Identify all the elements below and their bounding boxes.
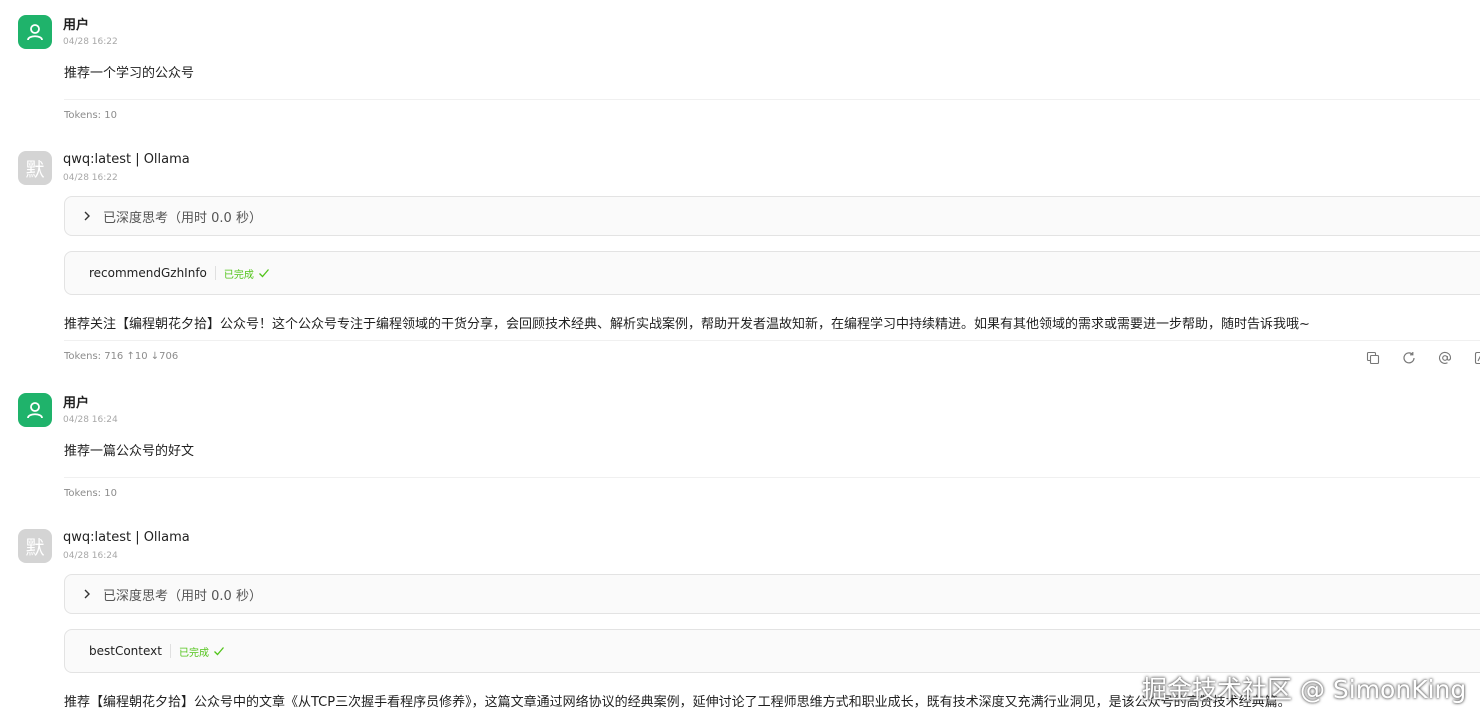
mention-icon <box>1438 351 1452 364</box>
sender-name: 用户 <box>63 396 90 411</box>
message-time: 04/28 16:24 <box>63 415 118 425</box>
deep-thinking-label: 已深度思考（用时 0.0 秒） <box>103 588 262 604</box>
chevron-right-icon <box>84 589 90 599</box>
assistant-avatar: 默 <box>18 151 52 185</box>
message-text: 推荐一个学习的公众号 <box>64 66 195 81</box>
separator <box>169 644 171 658</box>
tool-status: 已完成 <box>178 647 209 659</box>
message-time: 04/28 16:22 <box>63 37 118 47</box>
user-icon <box>27 24 43 41</box>
watermark: 掘金技术社区 @ SimonKing <box>1142 675 1467 704</box>
translate-button[interactable] <box>1472 349 1480 367</box>
sender-name: 用户 <box>63 18 90 33</box>
message-text: 推荐【编程朝花夕拾】公众号中的文章《从TCP三次握手看程序员修养》，这篇文章通过… <box>64 695 1291 710</box>
deep-thinking-toggle[interactable]: 已深度思考（用时 0.0 秒） <box>64 196 1480 236</box>
mention-button[interactable] <box>1436 349 1454 367</box>
check-icon <box>214 647 224 656</box>
message-time: 04/28 16:22 <box>63 173 118 183</box>
sender-name: qwq:latest | Ollama <box>63 530 190 545</box>
user-avatar <box>18 15 52 49</box>
deep-thinking-toggle[interactable]: 已深度思考（用时 0.0 秒） <box>64 574 1480 614</box>
user-icon <box>27 402 43 419</box>
copy-button[interactable] <box>1364 349 1382 367</box>
tool-name: bestContext <box>89 644 162 658</box>
tool-status: 已完成 <box>223 269 254 281</box>
regenerate-icon <box>1403 352 1415 364</box>
deep-thinking-label: 已深度思考（用时 0.0 秒） <box>103 210 262 226</box>
regenerate-button[interactable] <box>1400 349 1418 367</box>
divider <box>64 99 1480 100</box>
user-avatar <box>18 393 52 427</box>
sender-name: qwq:latest | Ollama <box>63 152 190 167</box>
message-text: 推荐一篇公众号的好文 <box>64 444 195 459</box>
separator <box>214 266 216 280</box>
divider <box>64 340 1480 341</box>
copy-icon <box>1366 351 1380 365</box>
tool-name: recommendGzhInfo <box>89 266 207 280</box>
token-count: Tokens: 10 <box>64 488 117 499</box>
divider <box>64 477 1480 478</box>
tool-call-card[interactable]: recommendGzhInfo 已完成 <box>64 251 1480 295</box>
assistant-avatar: 默 <box>18 529 52 563</box>
chevron-right-icon <box>84 211 90 221</box>
token-count: Tokens: 10 <box>64 110 117 121</box>
check-icon <box>258 269 269 278</box>
message-text: 推荐关注【编程朝花夕拾】公众号！这个公众号专注于编程领域的干货分享，会回顾技术经… <box>64 317 1310 332</box>
token-count: Tokens: 716 ↑10 ↓706 <box>64 351 179 362</box>
tool-call-card[interactable]: bestContext 已完成 <box>64 629 1480 673</box>
message-time: 04/28 16:24 <box>63 551 118 561</box>
translate-icon <box>1474 351 1480 365</box>
message-actions <box>1364 349 1480 367</box>
